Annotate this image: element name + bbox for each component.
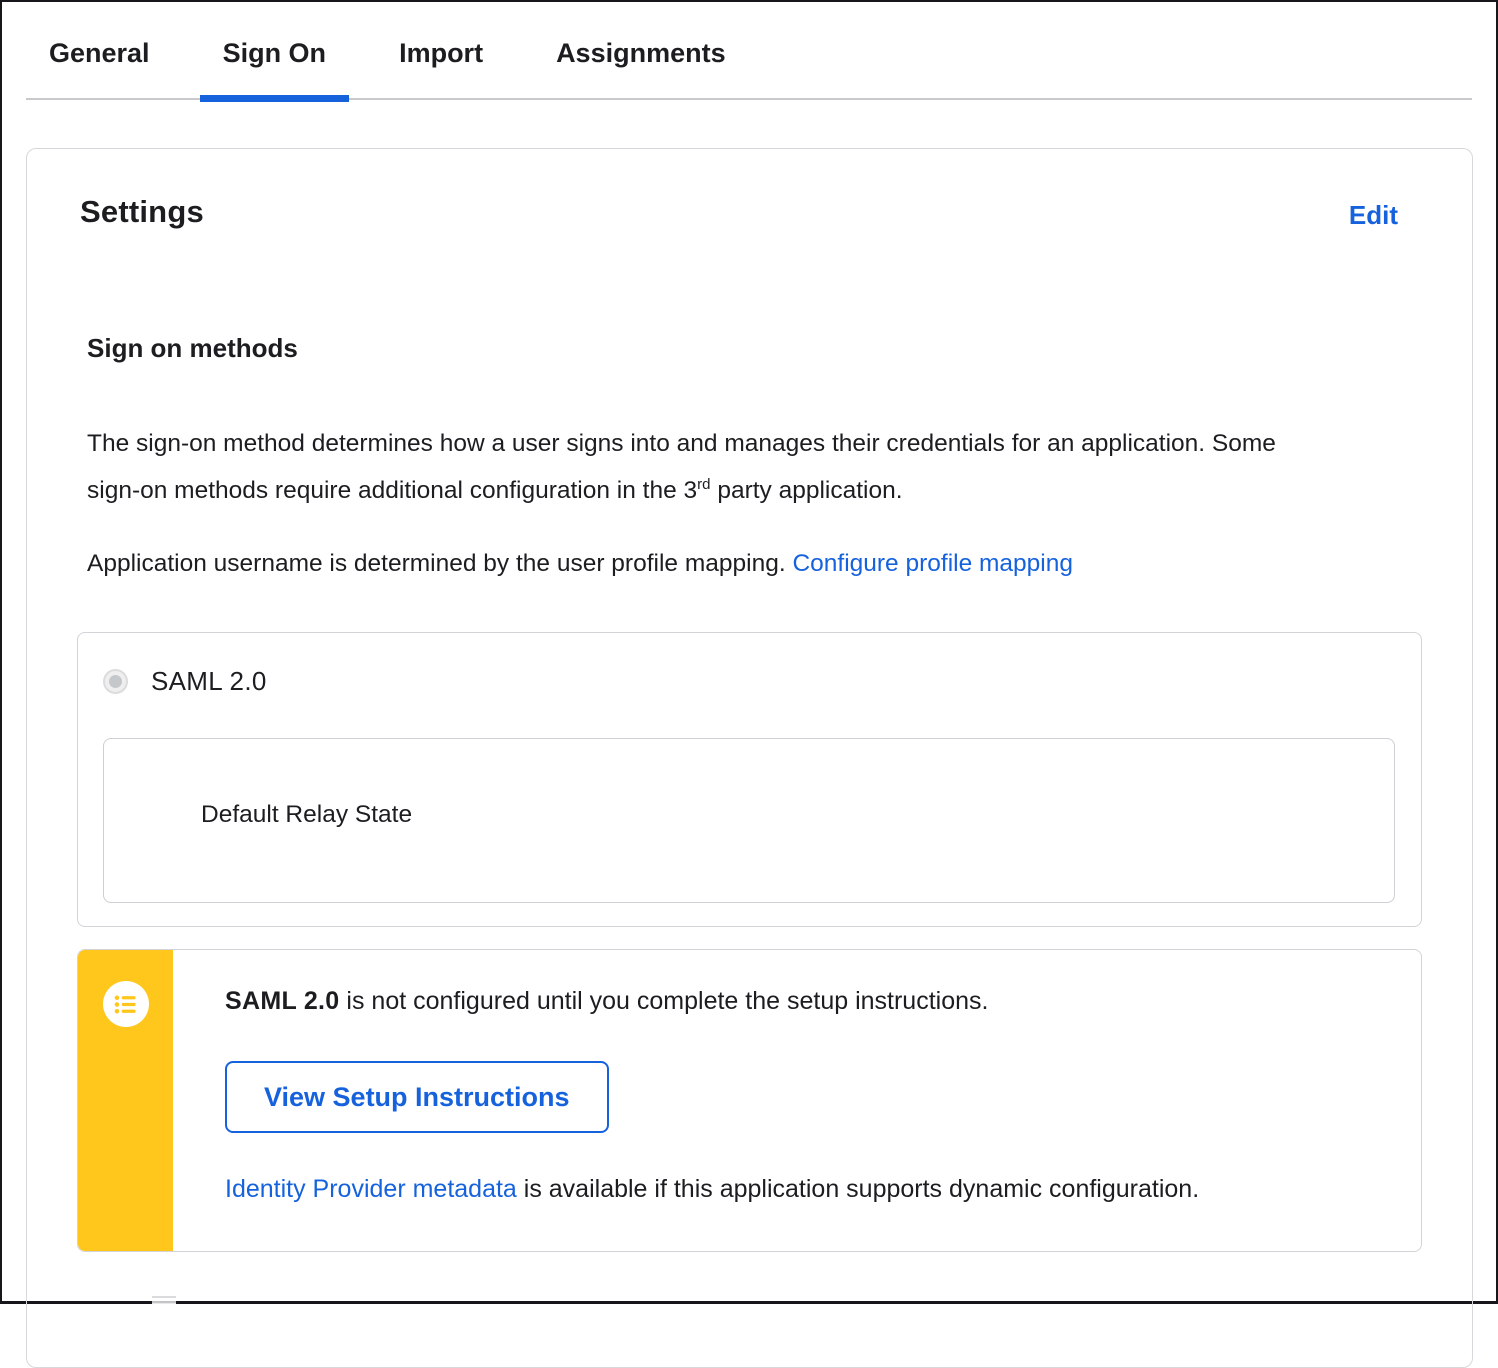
callout-content: SAML 2.0 is not configured until you com… xyxy=(173,950,1421,1251)
idp-metadata-note: Identity Provider metadata is available … xyxy=(225,1175,1421,1204)
description-text-end: party application. xyxy=(711,477,903,504)
sign-on-methods-section: Sign on methods The sign-on method deter… xyxy=(77,333,1422,587)
settings-card-header: Settings Edit xyxy=(77,149,1422,231)
configure-profile-mapping-link[interactable]: Configure profile mapping xyxy=(792,550,1073,577)
method-name: SAML 2.0 xyxy=(225,987,339,1015)
not-configured-message: SAML 2.0 is not configured until you com… xyxy=(225,985,1421,1017)
settings-card: Settings Edit Sign on methods The sign-o… xyxy=(26,148,1473,1368)
settings-title: Settings xyxy=(77,194,204,230)
saml-radio-button[interactable] xyxy=(103,669,128,694)
idp-metadata-text: is available if this application support… xyxy=(517,1175,1199,1203)
saml-radio-row: SAML 2.0 xyxy=(78,633,1421,697)
view-setup-instructions-button[interactable]: View Setup Instructions xyxy=(225,1061,609,1133)
warning-strip xyxy=(78,950,173,1251)
username-mapping-text: Application username is determined by th… xyxy=(87,550,792,577)
tab-sign-on[interactable]: Sign On xyxy=(200,2,350,98)
ordinal-superscript: rd xyxy=(697,476,710,493)
tab-assignments[interactable]: Assignments xyxy=(533,2,749,98)
sign-on-methods-description: The sign-on method determines how a user… xyxy=(87,420,1322,514)
tab-general[interactable]: General xyxy=(26,2,173,98)
description-text: The sign-on method determines how a user… xyxy=(87,430,1276,504)
not-configured-text: is not configured until you complete the… xyxy=(339,987,988,1015)
sign-on-page: { "tabs": [ { "label": "General" }, { "l… xyxy=(0,0,1498,1304)
list-icon xyxy=(103,981,149,1027)
relay-state-box: Default Relay State xyxy=(103,738,1395,903)
cutoff-section-icon xyxy=(152,1296,176,1306)
edit-settings-link[interactable]: Edit xyxy=(1349,200,1398,231)
username-mapping-note: Application username is determined by th… xyxy=(87,540,1322,587)
saml-radio-label: SAML 2.0 xyxy=(151,666,267,697)
saml-method-box: SAML 2.0 Default Relay State xyxy=(77,632,1422,927)
setup-warning-callout: SAML 2.0 is not configured until you com… xyxy=(77,949,1422,1252)
app-tab-bar: General Sign On Import Assignments xyxy=(26,2,1472,100)
tab-import[interactable]: Import xyxy=(376,2,506,98)
identity-provider-metadata-link[interactable]: Identity Provider metadata xyxy=(225,1175,517,1203)
sign-on-methods-heading: Sign on methods xyxy=(87,333,1422,364)
relay-state-label: Default Relay State xyxy=(104,739,1394,829)
